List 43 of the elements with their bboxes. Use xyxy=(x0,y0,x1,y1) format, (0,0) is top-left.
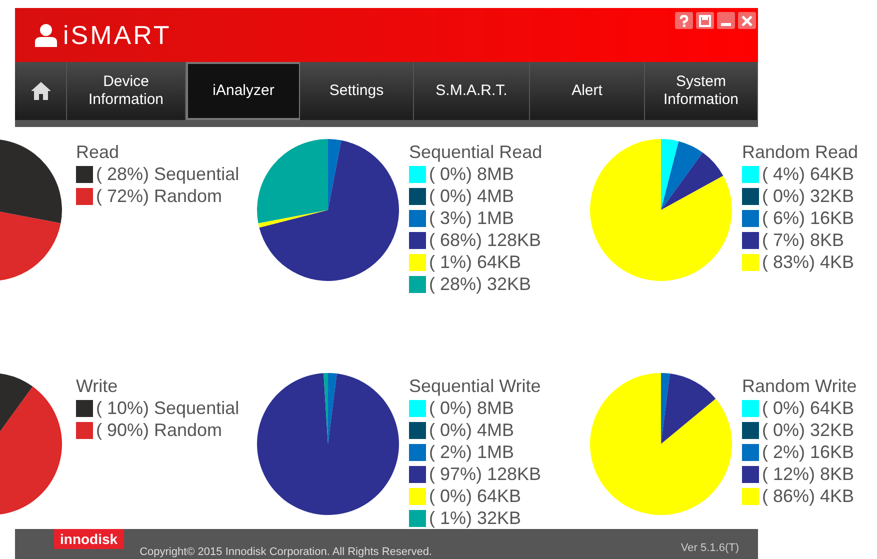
legend-label: ( 0%) 32KB xyxy=(762,419,854,441)
home-icon xyxy=(30,81,52,101)
legend-label: ( 0%) 4MB xyxy=(429,419,514,441)
copyright-text: Copyright© 2015 Innodisk Corporation. All Rights Reserved. xyxy=(140,545,432,559)
legend-label: ( 2%) 1MB xyxy=(429,441,514,463)
chart-title: Random Write xyxy=(742,375,857,397)
version-text: Ver 5.1.6(T) xyxy=(680,541,739,556)
brand-logo: innodisk xyxy=(54,529,124,549)
legend-label: ( 3%) 1MB xyxy=(429,207,514,229)
legend-label: ( 10%) Sequential xyxy=(96,397,240,419)
legend-label: ( 0%) 8MB xyxy=(429,163,514,185)
legend-label: ( 28%) Sequential xyxy=(96,163,240,185)
legend-label: ( 0%) 64KB xyxy=(429,485,522,507)
app-logo: iSMART xyxy=(63,22,172,48)
legend-label: ( 68%) 128KB xyxy=(429,229,542,251)
save-icon[interactable] xyxy=(696,12,714,29)
chart-title: Sequential Write xyxy=(409,375,542,397)
legend-label: ( 83%) 4KB xyxy=(762,251,854,273)
legend-label: ( 12%) 8KB xyxy=(762,463,854,485)
nav-tab[interactable]: iAnalyzer xyxy=(186,62,300,120)
legend-label: ( 1%) 32KB xyxy=(429,507,522,529)
legend-label: ( 0%) 32KB xyxy=(762,185,854,207)
legend-label: ( 28%) 32KB xyxy=(429,273,532,295)
user-icon xyxy=(35,23,57,47)
legend-label: ( 6%) 16KB xyxy=(762,207,854,229)
minimize-icon[interactable] xyxy=(717,12,735,29)
help-icon[interactable] xyxy=(675,12,693,29)
legend-label: ( 0%) 4MB xyxy=(429,185,514,207)
legend-label: ( 1%) 64KB xyxy=(429,251,522,273)
chart-title: Write xyxy=(76,375,119,397)
legend-label: ( 0%) 64KB xyxy=(762,397,854,419)
close-icon[interactable] xyxy=(738,12,756,29)
legend-label: ( 97%) 128KB xyxy=(429,463,542,485)
legend-label: ( 72%) Random xyxy=(96,185,222,207)
legend-label: ( 90%) Random xyxy=(96,419,222,441)
legend-label: ( 0%) 8MB xyxy=(429,397,514,419)
legend-label: ( 86%) 4KB xyxy=(762,485,854,507)
chart-title: Sequential Read xyxy=(409,141,542,163)
legend-label: ( 2%) 16KB xyxy=(762,441,854,463)
legend-label: ( 7%) 8KB xyxy=(762,229,844,251)
legend-label: ( 4%) 64KB xyxy=(762,163,854,185)
chart-title: Read xyxy=(76,141,120,163)
chart-title: Random Read xyxy=(742,141,858,163)
